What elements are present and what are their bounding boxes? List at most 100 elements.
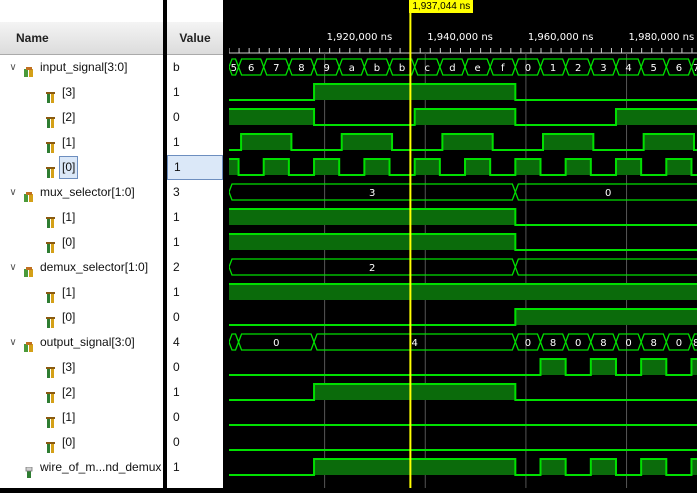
signal-row-out2[interactable]: [2] [0, 380, 163, 405]
bit-icon [46, 137, 58, 155]
wave-high-fill [641, 359, 667, 375]
bus-icon [24, 187, 36, 205]
signal-value: 0 [173, 435, 180, 449]
bus-icon [24, 262, 36, 280]
wave-high-fill [540, 459, 566, 475]
timeline-label: 1,920,000 ns [327, 32, 393, 43]
wave-high-fill [229, 284, 697, 300]
bus-value-label: f [501, 63, 505, 74]
signal-name: [3] [62, 360, 76, 374]
wave-high-fill [314, 159, 340, 175]
bus-value-label: 2 [369, 263, 375, 274]
bus-value-label: 1 [550, 63, 556, 74]
wave-high-fill [590, 459, 616, 475]
cursor-time-label[interactable]: 1,937,044 ns [409, 0, 474, 13]
bus-value-label: 0 [525, 338, 531, 349]
signal-row-output_signal[interactable]: ∨ output_signal[3:0] [0, 330, 163, 355]
signal-value: 3 [173, 185, 180, 199]
signal-row-in3[interactable]: [3] [0, 80, 163, 105]
timeline-label: 1,960,000 ns [528, 32, 594, 43]
signal-row-mux0[interactable]: [0] [0, 230, 163, 255]
signal-name: demux_selector[1:0] [40, 260, 149, 274]
signal-name: [0] [62, 235, 76, 249]
signal-row-in0[interactable]: [0] [0, 155, 163, 180]
bus-value-label: 7 [693, 63, 697, 74]
signal-row-demux_selector[interactable]: ∨ demux_selector[1:0] [0, 255, 163, 280]
bus-value-label: 7 [273, 63, 279, 74]
bus-value-label: 0 [273, 338, 279, 349]
wave-high-fill [341, 134, 393, 150]
signal-value: 0 [173, 360, 180, 374]
bus-value-label: 4 [625, 63, 631, 74]
signal-row-mux1[interactable]: [1] [0, 205, 163, 230]
signal-row-demux0[interactable]: [0] [0, 305, 163, 330]
signal-value: 0 [173, 310, 180, 324]
signal-value: 4 [173, 335, 180, 349]
signal-value: 1 [167, 155, 223, 180]
bit-icon [46, 87, 58, 105]
bus-value-label: e [475, 63, 481, 74]
signal-value: 1 [173, 235, 180, 249]
bus-value-label: c [425, 63, 431, 74]
bus-value-label: 5 [651, 63, 657, 74]
wave-high-fill [540, 359, 566, 375]
signal-row-demux1[interactable]: [1] [0, 280, 163, 305]
bus-value-label: d [449, 63, 455, 74]
signal-name: input_signal[3:0] [40, 60, 128, 74]
signal-row-wire[interactable]: wire_of_m...nd_demux [0, 455, 163, 480]
wave-high-fill [314, 84, 516, 100]
bit-icon [46, 112, 58, 130]
bit-icon [46, 312, 58, 330]
signal-value: 1 [173, 210, 180, 224]
name-column-header[interactable]: Name [0, 22, 163, 55]
signal-name: [1] [62, 285, 76, 299]
bus-value-label: 6 [248, 63, 254, 74]
wave-high-fill [643, 134, 694, 150]
bus-value-label: 9 [323, 63, 329, 74]
bit-icon [46, 437, 58, 455]
wave-high-fill [465, 159, 491, 175]
value-column-header[interactable]: Value [167, 22, 223, 55]
bus-value-label: 8 [550, 338, 556, 349]
bus-value-label: 8 [298, 63, 304, 74]
timeline-label: 1,940,000 ns [427, 32, 493, 43]
wave-high-fill [229, 234, 516, 250]
signal-value: b [173, 60, 180, 74]
signal-row-mux_selector[interactable]: ∨ mux_selector[1:0] [0, 180, 163, 205]
signal-row-in1[interactable]: [1] [0, 130, 163, 155]
expand-chevron-icon[interactable]: ∨ [8, 55, 18, 80]
signal-row-out0[interactable]: [0] [0, 430, 163, 455]
waveform-canvas[interactable]: 1,920,000 ns 1,940,000 ns 1,960,000 ns 1,98… [228, 0, 697, 488]
wave-high-fill [241, 134, 292, 150]
signal-row-out3[interactable]: [3] [0, 355, 163, 380]
bit-icon [46, 362, 58, 380]
expand-chevron-icon[interactable]: ∨ [8, 255, 18, 280]
bus-value-label: 2 [575, 63, 581, 74]
signal-name: mux_selector[1:0] [40, 185, 135, 199]
bus-value-label: b [374, 63, 380, 74]
wave-high-fill [229, 209, 516, 225]
expand-chevron-icon[interactable]: ∨ [8, 330, 18, 355]
timeline-label: 1,980,000 ns [629, 32, 695, 43]
wave-high-fill [515, 309, 697, 325]
signal-value: 0 [173, 110, 180, 124]
signal-row-input_signal[interactable]: ∨ input_signal[3:0] [0, 55, 163, 80]
wave-high-fill [515, 159, 541, 175]
wave-high-fill [314, 384, 516, 400]
signal-name: [0] [62, 310, 76, 324]
signal-value: 0 [173, 410, 180, 424]
signal-row-in2[interactable]: [2] [0, 105, 163, 130]
wave-high-fill [543, 134, 594, 150]
bus-value-label: 0 [605, 188, 611, 199]
bus-value-label: a [349, 63, 355, 74]
bit-icon [46, 212, 58, 230]
bus-value-label: 4 [412, 338, 418, 349]
signal-row-out1[interactable]: [1] [0, 405, 163, 430]
wave-high-fill [364, 159, 390, 175]
expand-chevron-icon[interactable]: ∨ [8, 180, 18, 205]
signal-value: 2 [173, 260, 180, 274]
wave-high-fill [641, 459, 667, 475]
waveform-svg: 1,920,000 ns 1,940,000 ns 1,960,000 ns 1,98… [228, 12, 697, 488]
signal-name: wire_of_m...nd_demux [40, 460, 162, 474]
wire-icon [24, 462, 36, 480]
